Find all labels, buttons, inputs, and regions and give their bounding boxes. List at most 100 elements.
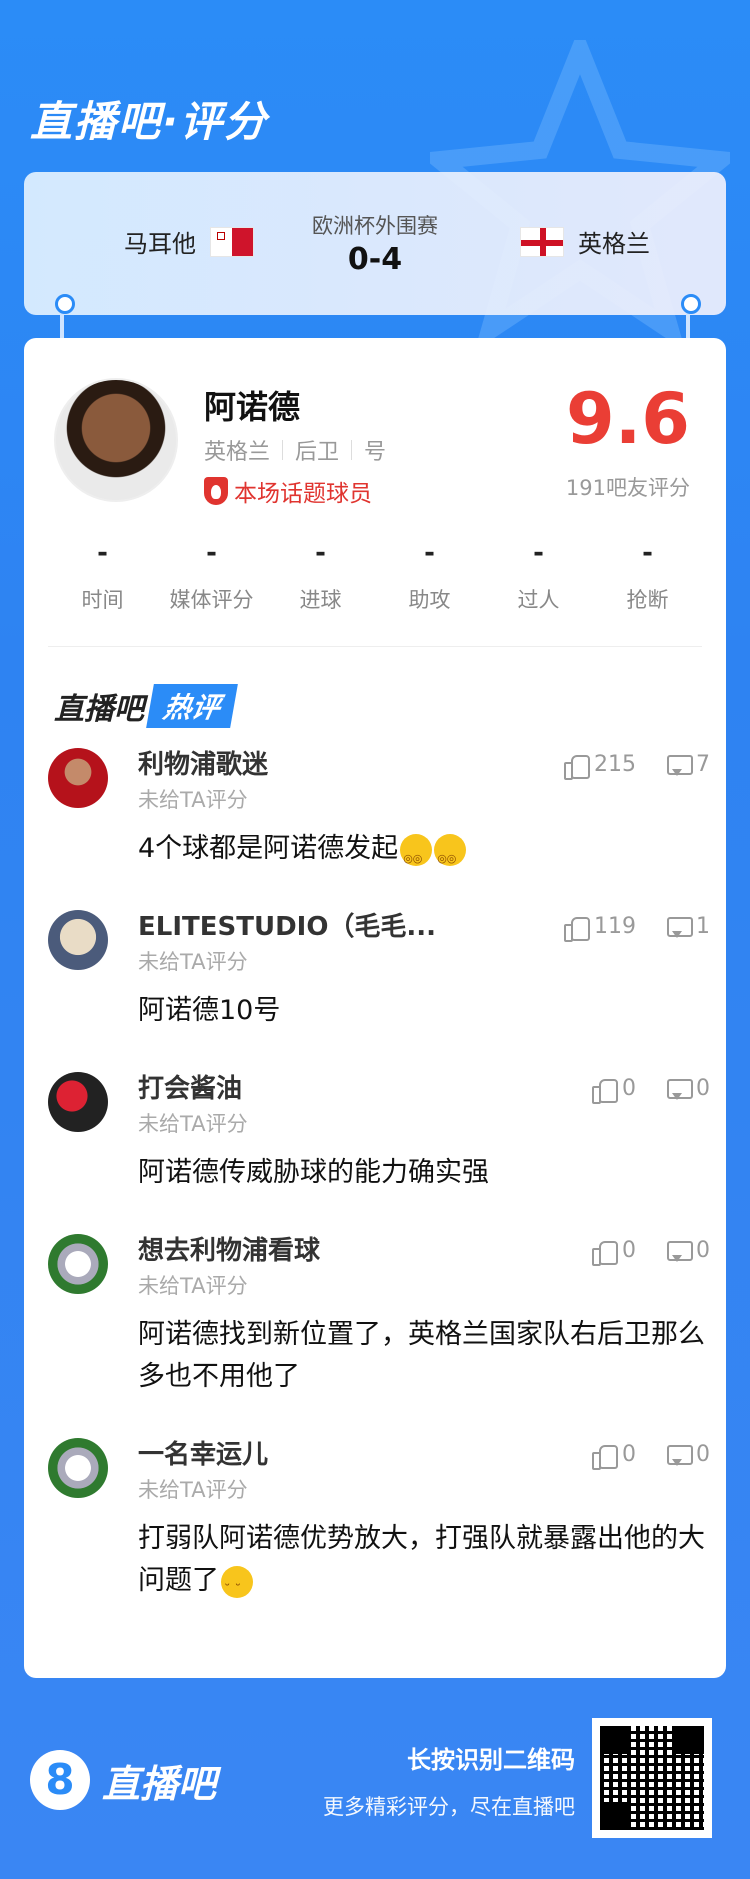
stat-value: - bbox=[97, 538, 108, 568]
stat-value: - bbox=[533, 538, 544, 568]
reply-button[interactable]: 0 bbox=[666, 1442, 710, 1467]
dizzy-face-icon bbox=[434, 833, 467, 880]
like-button[interactable]: 0 bbox=[592, 1238, 636, 1266]
comment-list: 利物浦歌迷 未给TA评分 4个球都是阿诺德发起 215 7 ELITESTUDI… bbox=[48, 748, 710, 1642]
comment-actions: 0 0 bbox=[592, 1238, 710, 1266]
commenter-avatar[interactable] bbox=[48, 1234, 108, 1294]
comment-item: 打会酱油 未给TA评分 阿诺德传威胁球的能力确实强 0 0 bbox=[48, 1072, 710, 1194]
comment-item: 利物浦歌迷 未给TA评分 4个球都是阿诺德发起 215 7 bbox=[48, 748, 710, 880]
comment-item: 想去利物浦看球 未给TA评分 阿诺德找到新位置了，英格兰国家队右后卫那么多也不用… bbox=[48, 1234, 710, 1398]
thumbs-up-icon bbox=[564, 753, 590, 780]
comment-rating-status: 未给TA评分 bbox=[138, 1478, 248, 1502]
footer-text: 长按识别二维码 更多精彩评分，尽在直播吧 bbox=[323, 1740, 575, 1821]
like-button[interactable]: 119 bbox=[564, 914, 636, 942]
hot-header-brand: 直播吧 bbox=[54, 692, 144, 727]
commenter-avatar[interactable] bbox=[48, 748, 108, 808]
stat-label: 助攻 bbox=[408, 588, 451, 612]
player-position: 后卫 bbox=[295, 440, 340, 465]
like-count: 0 bbox=[622, 1442, 636, 1467]
reply-button[interactable]: 0 bbox=[666, 1076, 710, 1101]
footer-brand-name: 直播吧 bbox=[102, 1761, 217, 1806]
comment-text: 阿诺德10号 bbox=[138, 995, 281, 1026]
reply-button[interactable]: 1 bbox=[666, 914, 710, 939]
hot-topic-label: 本场话题球员 bbox=[234, 481, 372, 507]
comment-actions: 119 1 bbox=[564, 914, 710, 942]
comment-bubble-icon bbox=[666, 1443, 693, 1467]
player-name: 阿诺德 bbox=[204, 388, 301, 426]
player-team: 英格兰 bbox=[204, 440, 271, 465]
meta-divider bbox=[351, 440, 353, 460]
flag-england-icon bbox=[520, 226, 564, 257]
thumbs-up-icon bbox=[592, 1239, 618, 1266]
away-team: 英格兰 bbox=[520, 224, 650, 259]
qr-subtitle: 更多精彩评分，尽在直播吧 bbox=[323, 1795, 575, 1819]
section-divider bbox=[48, 646, 702, 647]
comment-text: 阿诺德找到新位置了，英格兰国家队右后卫那么多也不用他了 bbox=[138, 1319, 705, 1392]
commenter-avatar[interactable] bbox=[48, 1438, 108, 1498]
match-card: 马耳他 欧洲杯外围赛 0-4 英格兰 bbox=[24, 172, 726, 315]
reply-count: 1 bbox=[696, 914, 710, 939]
stat-label: 媒体评分 bbox=[169, 588, 254, 612]
comment-text: 打弱队阿诺德优势放大，打强队就暴露出他的大问题了 bbox=[138, 1518, 710, 1612]
comment-text: 4个球都是阿诺德发起 bbox=[138, 828, 710, 880]
player-rating: 9.6 bbox=[565, 378, 690, 460]
comment-rating-status: 未给TA评分 bbox=[138, 1274, 248, 1298]
player-rating-card: 阿诺德 英格兰 后卫 号 本场话题球员 9.6 191吧友评分 - 时间 - 媒体评… bbox=[24, 338, 726, 1678]
commenter-avatar[interactable] bbox=[48, 910, 108, 970]
like-count: 215 bbox=[594, 752, 636, 777]
player-number: 号 bbox=[364, 440, 387, 465]
stat-dribbles: - 过人 bbox=[484, 538, 593, 614]
reply-count: 7 bbox=[696, 752, 710, 777]
like-count: 119 bbox=[594, 914, 636, 939]
stat-value: - bbox=[206, 538, 217, 568]
stat-value: - bbox=[424, 538, 435, 568]
comment-body: 4个球都是阿诺德发起 bbox=[138, 833, 399, 864]
reply-count: 0 bbox=[696, 1442, 710, 1467]
like-button[interactable]: 0 bbox=[592, 1076, 636, 1104]
stat-label: 时间 bbox=[81, 588, 124, 612]
comment-rating-status: 未给TA评分 bbox=[138, 950, 248, 974]
comment-item: ELITESTUDIO（毛毛... 未给TA评分 阿诺德10号 119 1 bbox=[48, 910, 710, 1032]
hot-comments-header: 直播吧 热评 bbox=[54, 684, 238, 728]
stat-value: - bbox=[315, 538, 326, 568]
comment-actions: 0 0 bbox=[592, 1076, 710, 1104]
comment-bubble-icon bbox=[666, 1239, 693, 1263]
stat-goals: - 进球 bbox=[266, 538, 375, 614]
crying-face-icon bbox=[221, 1565, 253, 1612]
thumbs-up-icon bbox=[592, 1443, 618, 1470]
comment-bubble-icon bbox=[666, 1077, 693, 1101]
like-count: 0 bbox=[622, 1076, 636, 1101]
reply-button[interactable]: 7 bbox=[666, 752, 710, 777]
qr-code[interactable] bbox=[592, 1718, 712, 1838]
thumbs-up-icon bbox=[592, 1077, 618, 1104]
qr-title: 长按识别二维码 bbox=[407, 1746, 575, 1774]
player-avatar[interactable] bbox=[54, 378, 178, 502]
like-button[interactable]: 0 bbox=[592, 1442, 636, 1470]
reply-button[interactable]: 0 bbox=[666, 1238, 710, 1263]
stat-tackles: - 抢断 bbox=[593, 538, 702, 614]
meta-divider bbox=[282, 440, 284, 460]
comment-rating-status: 未给TA评分 bbox=[138, 1112, 248, 1136]
dizzy-face-icon bbox=[400, 833, 433, 880]
stat-time: - 时间 bbox=[48, 538, 157, 614]
stats-row: - 时间 - 媒体评分 - 进球 - 助攻 - 过人 - 抢断 bbox=[48, 538, 702, 614]
commenter-avatar[interactable] bbox=[48, 1072, 108, 1132]
footer-logo: 8 直播吧 bbox=[30, 1750, 216, 1810]
like-button[interactable]: 215 bbox=[564, 752, 636, 780]
fire-icon bbox=[204, 477, 228, 505]
stat-media-rating: - 媒体评分 bbox=[157, 538, 266, 614]
brand-title: 直播吧·评分 bbox=[30, 97, 268, 146]
rating-count: 191吧友评分 bbox=[565, 476, 690, 500]
comment-bubble-icon bbox=[666, 915, 693, 939]
stat-label: 抢断 bbox=[626, 588, 669, 612]
zhibo8-logo-icon: 8 bbox=[30, 1750, 90, 1810]
comment-rating-status: 未给TA评分 bbox=[138, 788, 248, 812]
reply-count: 0 bbox=[696, 1238, 710, 1263]
stat-label: 过人 bbox=[517, 588, 560, 612]
comment-actions: 0 0 bbox=[592, 1442, 710, 1470]
comment-actions: 215 7 bbox=[564, 752, 710, 780]
hot-topic-badge: 本场话题球员 bbox=[204, 474, 372, 508]
hot-header-label: 热评 bbox=[146, 684, 238, 728]
stat-label: 进球 bbox=[299, 588, 342, 612]
comment-item: 一名幸运儿 未给TA评分 打弱队阿诺德优势放大，打强队就暴露出他的大问题了 0 … bbox=[48, 1438, 710, 1612]
